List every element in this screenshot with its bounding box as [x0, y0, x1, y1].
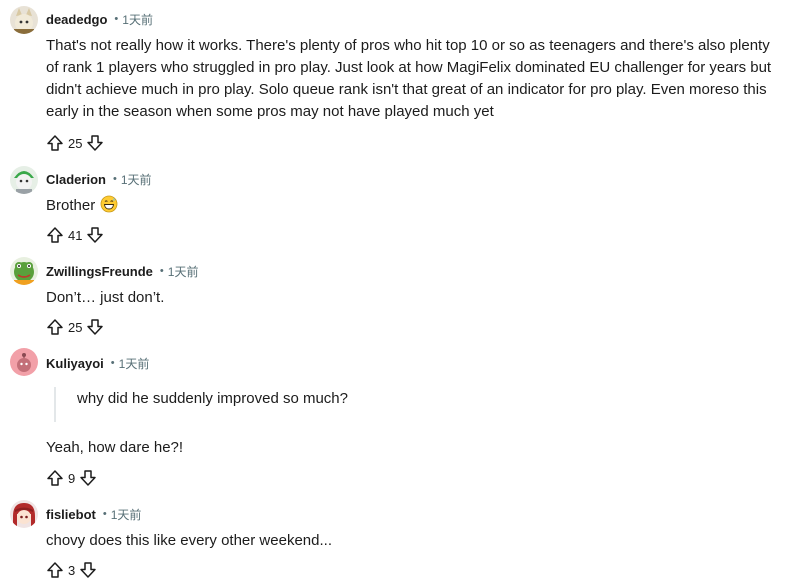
vote-bar: 41: [46, 225, 104, 245]
downvote-arrow-icon[interactable]: [86, 226, 104, 244]
separator-dot: •: [112, 173, 117, 185]
timestamp: 1天前: [118, 356, 150, 371]
upvote-arrow-icon[interactable]: [46, 226, 64, 244]
timestamp: 1天前: [122, 12, 153, 27]
vote-bar: 25: [46, 317, 104, 337]
comment-text: Brother: [46, 197, 96, 214]
vote-count: 25: [68, 135, 83, 151]
comment-meta: ZwillingsFreunde • 1天前: [46, 261, 198, 281]
timestamp: 1天前: [110, 507, 142, 522]
comment-meta: Kuliyayoi • 1天前: [46, 353, 149, 373]
comment-body: Don’t… just don’t.: [46, 289, 165, 306]
timestamp: 1天前: [167, 264, 199, 279]
separator-dot: •: [114, 13, 119, 25]
avatar[interactable]: [10, 166, 38, 194]
vote-count: 9: [68, 470, 76, 486]
author-name[interactable]: Claderion: [46, 172, 106, 187]
vote-count: 41: [68, 227, 83, 243]
avatar[interactable]: [10, 348, 38, 376]
vote-bar: 25: [46, 133, 104, 153]
author-name[interactable]: Kuliyayoi: [46, 356, 104, 371]
downvote-arrow-icon[interactable]: [86, 134, 104, 152]
vote-bar: 9: [46, 468, 97, 488]
comment-body: chovy does this like every other weekend…: [46, 532, 332, 549]
upvote-arrow-icon[interactable]: [46, 318, 64, 336]
upvote-arrow-icon[interactable]: [46, 469, 64, 487]
author-name[interactable]: ZwillingsFreunde: [46, 264, 153, 279]
author-name[interactable]: deadedgo: [46, 12, 107, 27]
separator-dot: •: [110, 357, 115, 369]
avatar[interactable]: [10, 6, 38, 34]
grinning-sweat-emoji-icon: [100, 195, 118, 220]
downvote-arrow-icon[interactable]: [79, 469, 97, 487]
comment-meta: Claderion • 1天前: [46, 169, 152, 189]
comment-body: That's not really how it works. There's …: [46, 37, 772, 120]
block-quote: why did he suddenly improved so much?: [54, 387, 777, 422]
avatar[interactable]: [10, 500, 38, 528]
timestamp: 1天前: [120, 172, 152, 187]
upvote-arrow-icon[interactable]: [46, 561, 64, 579]
downvote-arrow-icon[interactable]: [79, 561, 97, 579]
comment-body: Yeah, how dare he?!: [46, 439, 184, 456]
separator-dot: •: [102, 508, 107, 520]
author-name[interactable]: fisliebot: [46, 507, 96, 522]
comment-meta: fisliebot • 1天前: [46, 504, 141, 524]
downvote-arrow-icon[interactable]: [86, 318, 104, 336]
vote-count: 25: [68, 319, 83, 335]
vote-count: 3: [68, 562, 76, 578]
quote-text: why did he suddenly improved so much?: [77, 390, 348, 407]
upvote-arrow-icon[interactable]: [46, 134, 64, 152]
separator-dot: •: [159, 265, 164, 277]
vote-bar: 3: [46, 560, 97, 580]
comment-meta: deadedgo • 1天前: [46, 9, 153, 29]
avatar[interactable]: [10, 257, 38, 285]
comment-body: Brother: [46, 195, 776, 220]
